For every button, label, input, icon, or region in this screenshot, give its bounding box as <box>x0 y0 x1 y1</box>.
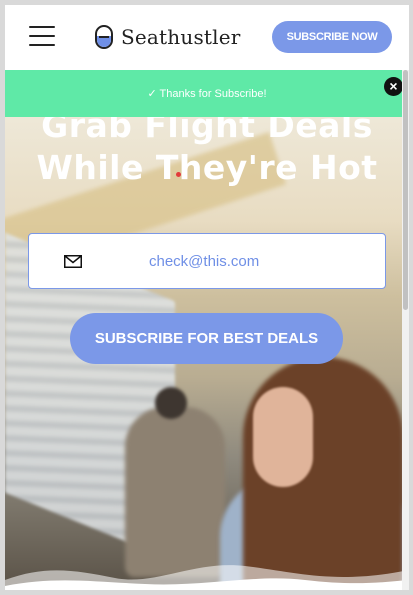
window-icon <box>95 25 113 49</box>
email-field[interactable] <box>99 234 379 288</box>
cursor-dot <box>176 172 181 177</box>
scrollbar[interactable] <box>402 70 409 590</box>
email-field-wrapper[interactable] <box>28 233 386 289</box>
hero-headline: Grab Flight Deals While They're Hot <box>5 117 409 189</box>
hero-section: Grab Flight Deals While They're Hot SUBS… <box>5 117 409 590</box>
headline-line-2: While They're Hot <box>36 148 378 187</box>
menu-bar <box>29 44 55 46</box>
menu-icon[interactable] <box>29 26 55 46</box>
menu-bar <box>29 26 55 28</box>
menu-bar <box>29 35 55 37</box>
scrollbar-thumb[interactable] <box>403 70 408 310</box>
brand-logo[interactable]: Seathustler <box>95 23 241 51</box>
woman-face-image <box>253 387 313 487</box>
subscribe-now-button[interactable]: SUBSCRIBE NOW <box>272 21 392 53</box>
brand-name: Seathustler <box>121 25 241 49</box>
toast-message: ✓ Thanks for Subscribe! <box>147 88 267 100</box>
subscribe-best-deals-button[interactable]: SUBSCRIBE FOR BEST DEALS <box>70 313 343 364</box>
subscribe-toast: ✓ Thanks for Subscribe! <box>5 70 409 117</box>
site-header: Seathustler SUBSCRIBE NOW <box>5 5 409 70</box>
passenger-head-image <box>155 387 187 419</box>
page-frame: Seathustler SUBSCRIBE NOW ✓ Thanks for S… <box>5 5 409 590</box>
wave-divider <box>5 565 409 590</box>
close-icon[interactable]: × <box>384 77 403 96</box>
headline-line-1: Grab Flight Deals <box>41 117 373 145</box>
mail-icon <box>64 255 82 268</box>
